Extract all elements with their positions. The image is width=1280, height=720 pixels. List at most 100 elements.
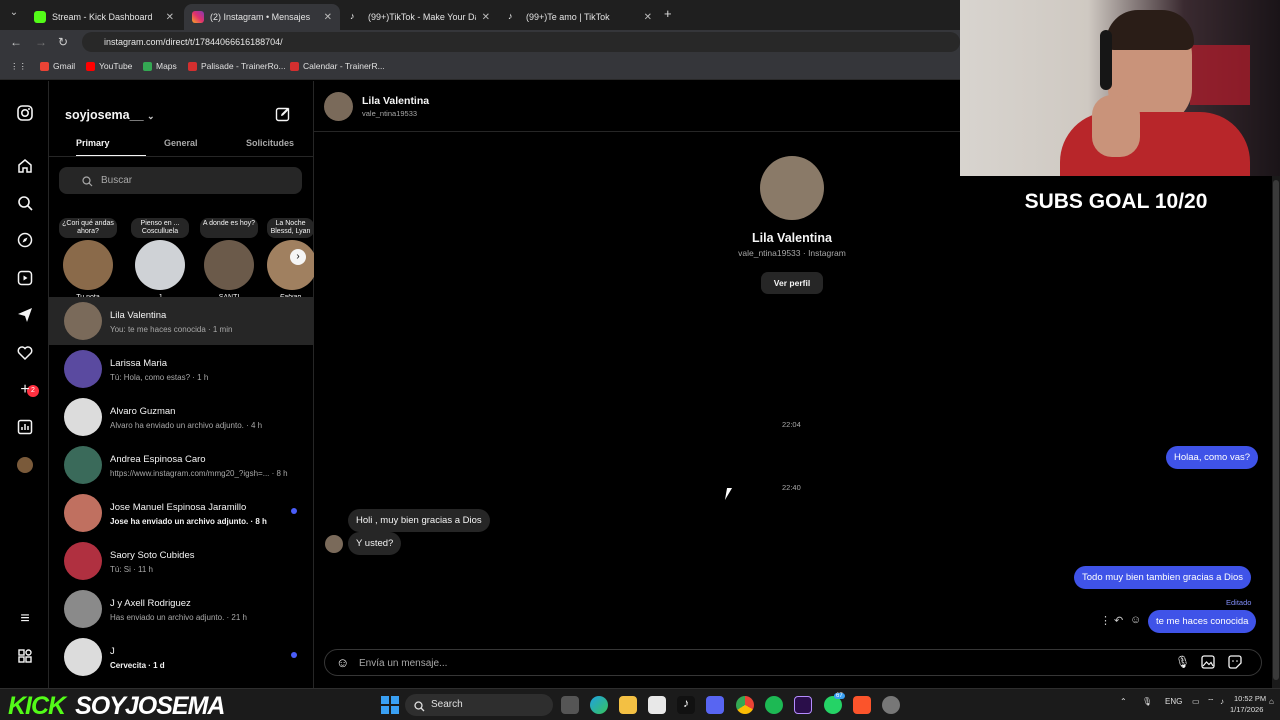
close-icon[interactable]: ✕ [644, 12, 652, 23]
message-bubble[interactable]: Holaa, como vas? [1166, 446, 1259, 469]
create-icon[interactable]: + [14, 379, 36, 401]
avatar[interactable] [324, 92, 353, 121]
tab-kick[interactable]: Stream - Kick Dashboard ✕ [26, 4, 182, 30]
reload-icon[interactable]: ↻ [58, 35, 68, 49]
conversation-name: Larissa Maria [110, 358, 168, 369]
tab-tiktok-1[interactable]: ♪ (99+)TikTok - Make Your Day ✕ [342, 4, 498, 30]
avatar [325, 535, 343, 553]
tab-primary[interactable]: Primary [76, 138, 146, 156]
store-icon[interactable] [648, 696, 666, 714]
note-item[interactable]: Pienso en ... CosculluelaJ [131, 218, 189, 301]
settings-icon[interactable] [882, 696, 900, 714]
conversation-name: Saory Soto Cubides [110, 550, 195, 561]
account-switcher[interactable]: soyjosema__ ⌄ [65, 108, 155, 122]
message-bubble[interactable]: Holi , muy bien gracias a Dios [348, 509, 490, 532]
network-icon[interactable]: ▭ [1192, 697, 1200, 706]
chat-title[interactable]: Lila Valentina [362, 95, 429, 107]
task-view-icon[interactable] [561, 696, 579, 714]
language-indicator[interactable]: ENG [1165, 697, 1182, 706]
wifi-icon[interactable]: ⌔ [1207, 697, 1215, 707]
scrollbar[interactable] [1272, 176, 1280, 688]
bookmark-maps[interactable]: Maps [143, 61, 177, 71]
chevron-right-icon[interactable]: › [290, 249, 306, 265]
messages-icon[interactable] [14, 304, 36, 326]
forward-icon[interactable]: → [35, 35, 47, 49]
unread-dot [291, 508, 297, 514]
reply-icon[interactable]: ↶ [1114, 614, 1123, 627]
conversation-item[interactable]: Larissa Maria Tú: Hola, como estas? · 1 h [49, 345, 314, 393]
tab-instagram[interactable]: (2) Instagram • Mensajes ✕ [184, 4, 340, 30]
profile-avatar[interactable] [14, 454, 36, 476]
premiere-icon[interactable] [794, 696, 812, 714]
notification-icon[interactable]: ⌂ [1269, 697, 1274, 706]
apps-grid-icon[interactable] [14, 645, 36, 667]
tab-solicitudes[interactable]: Solicitudes [246, 138, 294, 148]
bookmark-palisade[interactable]: Palisade - TrainerRo... [188, 61, 286, 71]
note-item[interactable]: ¿Cori qué andas ahora?Tu nota [59, 218, 117, 301]
edited-label: Editado [1226, 598, 1252, 607]
tray-chevron-icon[interactable]: ⌃ [1120, 697, 1127, 706]
react-icon[interactable]: ☺ [1130, 614, 1141, 626]
view-profile-button[interactable]: Ver perfil [761, 272, 823, 294]
tab-search-button[interactable]: ⌄ [6, 7, 22, 23]
dashboard-icon[interactable] [14, 416, 36, 438]
instagram-logo-icon[interactable] [14, 102, 36, 124]
more-icon[interactable]: ⋮ [1100, 614, 1111, 627]
apps-icon[interactable]: ⋮⋮ [10, 61, 27, 72]
scrollbar-thumb[interactable] [1273, 180, 1279, 680]
reels-icon[interactable] [14, 267, 36, 289]
url-field[interactable]: instagram.com/direct/t/17844066616188704… [82, 32, 960, 52]
message-bubble[interactable]: te me haces conocida [1148, 610, 1257, 633]
image-icon[interactable] [1201, 655, 1215, 672]
profile-avatar-large [760, 156, 824, 220]
note-item[interactable]: A donde es hoy?SANTI [200, 218, 258, 301]
streamer-shirt [1060, 112, 1250, 176]
new-tab-button[interactable]: + [664, 6, 672, 21]
back-icon[interactable]: ← [10, 35, 22, 49]
windows-start-icon[interactable] [381, 696, 399, 714]
conversation-item[interactable]: Jose Manuel Espinosa Jaramillo Jose ha en… [49, 489, 314, 537]
close-icon[interactable]: ✕ [166, 12, 174, 23]
discord-icon[interactable] [706, 696, 724, 714]
browser-tab-bar: ⌄ Stream - Kick Dashboard ✕ (2) Instagram… [0, 0, 960, 30]
conversation-name: J y Axell Rodriguez [110, 598, 191, 609]
message-bubble[interactable]: Todo muy bien tambien gracias a Dios [1074, 566, 1252, 589]
message-input[interactable]: ☺ Envía un mensaje... 🎙 [324, 649, 1262, 676]
bookmark-calendar[interactable]: Calendar - TrainerR... [290, 61, 385, 71]
search-input[interactable]: Buscar [59, 167, 302, 194]
file-explorer-icon[interactable] [619, 696, 637, 714]
tiktok-icon[interactable]: ♪ [677, 696, 695, 714]
heart-icon[interactable] [14, 342, 36, 364]
tab-tiktok-2[interactable]: ♪ (99+)Te amo | TikTok ✕ [500, 4, 660, 30]
explore-icon[interactable] [14, 229, 36, 251]
conversation-item[interactable]: J Cervecita · 1 d [49, 633, 314, 681]
message-bubble[interactable]: Y usted? [348, 532, 402, 555]
taskbar-search[interactable]: Search [405, 694, 553, 716]
mouse-cursor [724, 488, 738, 500]
spotify-icon[interactable] [765, 696, 783, 714]
bookmark-youtube[interactable]: YouTube [86, 61, 132, 71]
bookmark-gmail[interactable]: Gmail [40, 61, 75, 71]
close-icon[interactable]: ✕ [324, 12, 332, 23]
close-icon[interactable]: ✕ [482, 12, 490, 23]
mic-tray-icon[interactable]: 🎙 [1142, 697, 1152, 706]
conversation-item[interactable]: Lila Valentina You: te me haces conocida … [49, 297, 314, 345]
tab-general[interactable]: General [164, 138, 198, 148]
microphone-icon[interactable]: 🎙 [1175, 655, 1190, 669]
sticker-icon[interactable] [1228, 655, 1242, 672]
volume-icon[interactable]: ♪ [1220, 697, 1224, 706]
conversation-preview: Jose ha enviado un archivo adjunto. · 8 … [110, 517, 267, 526]
home-icon[interactable] [14, 155, 36, 177]
emoji-icon[interactable]: ☺ [336, 655, 349, 670]
brave-icon[interactable] [853, 696, 871, 714]
edge-icon[interactable] [590, 696, 608, 714]
conversation-item[interactable]: Alvaro Guzman Alvaro ha enviado un archiv… [49, 393, 314, 441]
search-icon[interactable] [14, 192, 36, 214]
conversation-item[interactable]: J y Axell Rodriguez Has enviado un archiv… [49, 585, 314, 633]
conversation-item[interactable]: Andrea Espinosa Caro https://www.instagra… [49, 441, 314, 489]
conversation-item[interactable]: Saory Soto Cubides Tú: Si · 11 h [49, 537, 314, 585]
clock-time[interactable]: 10:52 PM [1234, 694, 1266, 703]
new-message-icon[interactable] [275, 106, 291, 127]
chrome-icon[interactable] [736, 696, 754, 714]
menu-icon[interactable]: ≡ [14, 608, 36, 630]
